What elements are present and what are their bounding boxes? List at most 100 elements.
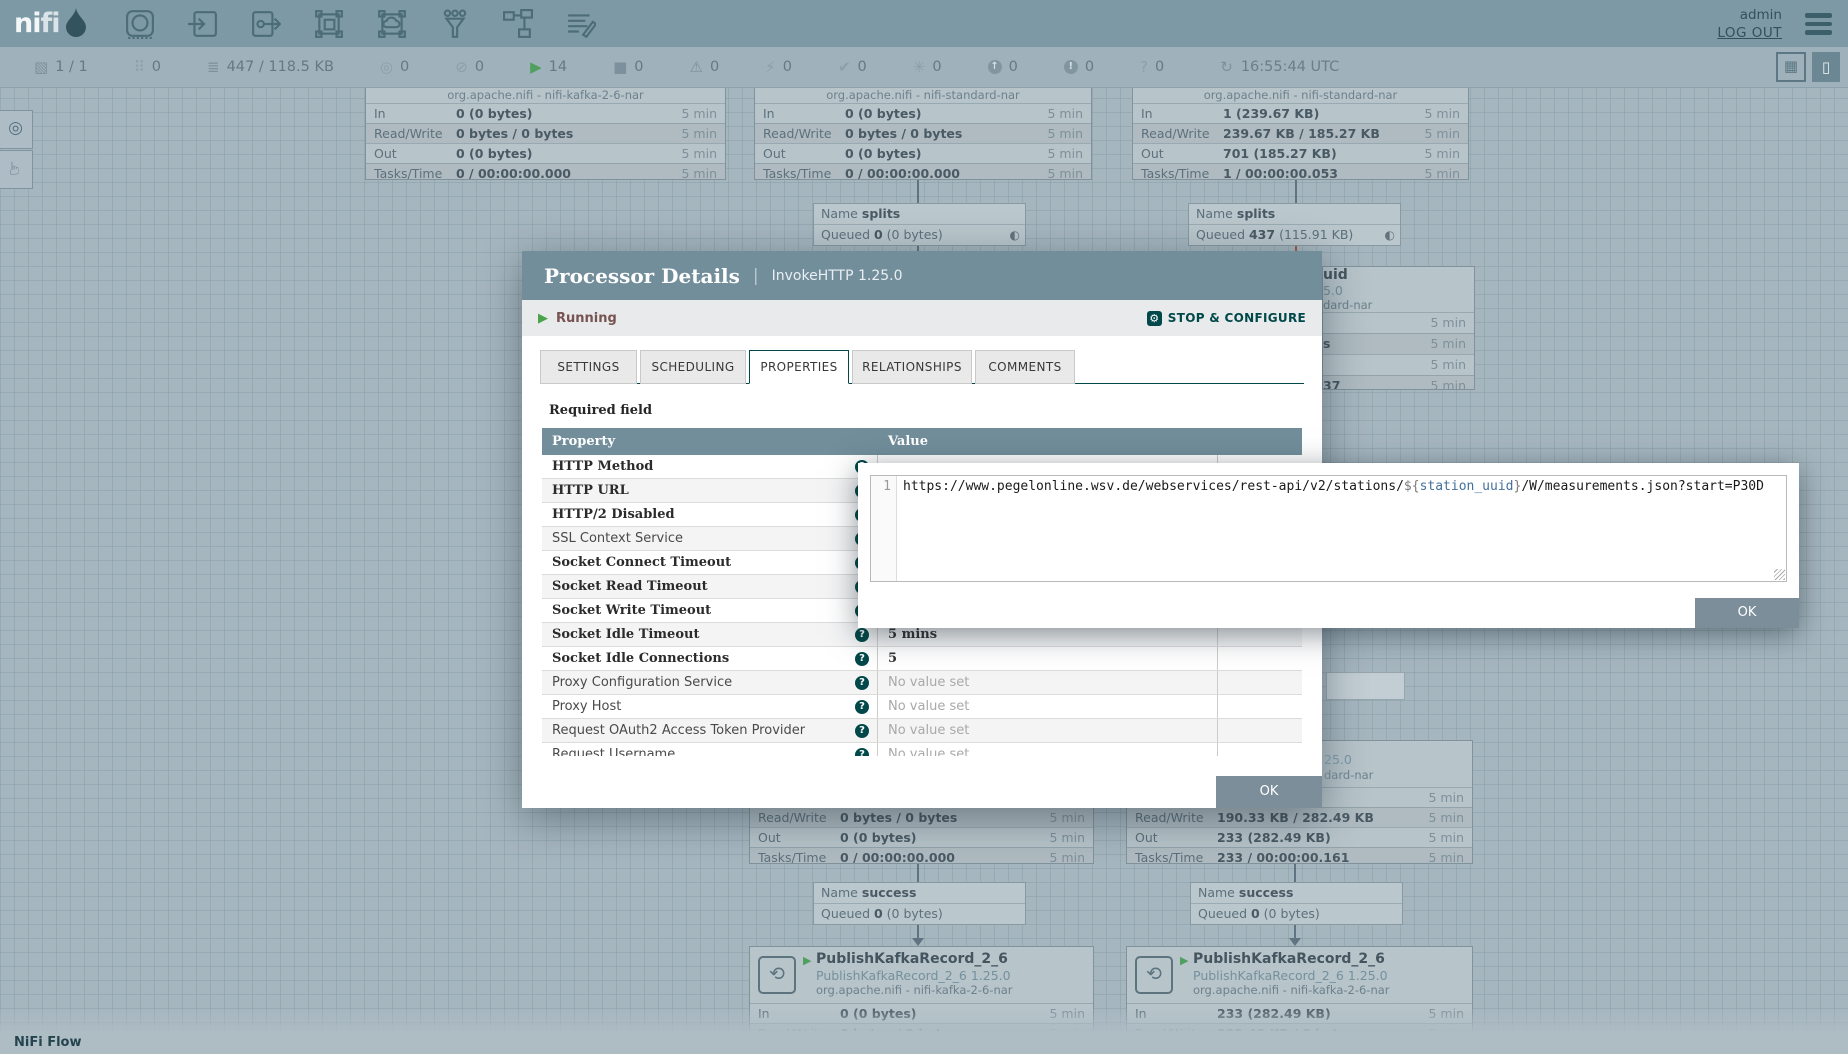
queue-percent-icon: ◐ — [1385, 225, 1395, 245]
stat-row: Read/Write0 bytes / 0 bytes5 min — [366, 123, 725, 143]
transmitting-count: 0 — [400, 59, 409, 75]
nifi-canvas[interactable]: org.apache.nifi - nifi-kafka-2-6-nar In0… — [0, 0, 1848, 1054]
queued-size: (115.91 KB) — [1279, 227, 1353, 242]
resize-handle[interactable] — [1774, 569, 1785, 580]
table-row[interactable]: Proxy Host?No value set — [542, 695, 1302, 719]
connection-label[interactable]: Name splits Queued 437 (115.91 KB)◐ — [1188, 203, 1401, 246]
dialog-tabs: SETTINGS SCHEDULING PROPERTIES RELATIONS… — [540, 350, 1304, 384]
editor-ok-button[interactable]: OK — [1695, 598, 1799, 628]
document-icon: ▯ — [1822, 58, 1830, 76]
tab-settings[interactable]: SETTINGS — [540, 350, 637, 384]
connection-label[interactable]: Name success Queued 0 (0 bytes) — [813, 882, 1026, 925]
input-port-toolbar-icon[interactable] — [188, 9, 218, 39]
queued-label: Queued — [821, 227, 870, 242]
connection-line — [1294, 862, 1296, 883]
stopped-count: 0 — [634, 59, 643, 75]
process-group-toolbar-icon[interactable] — [314, 9, 344, 39]
tab-comments[interactable]: COMMENTS — [975, 350, 1075, 384]
connection-name: success — [862, 885, 917, 900]
dialog-header: Processor Details | InvokeHTTP 1.25.0 — [522, 251, 1322, 300]
stat-row: Read/Write190.33 KB / 282.49 KB5 min — [1127, 807, 1472, 827]
current-user: admin — [1717, 6, 1782, 24]
up-to-date-icon: ✔ — [838, 60, 851, 75]
stat-row: Tasks/Time0 / 00:00:00.0005 min — [750, 847, 1093, 864]
stat-row: Out0 (0 bytes)5 min — [366, 143, 725, 163]
tab-properties[interactable]: PROPERTIES — [749, 350, 849, 384]
canvas-bottom-fade — [0, 1007, 1848, 1031]
connection-name-label: Name — [821, 206, 858, 221]
processor-bundle: org.apache.nifi - nifi-standard-nar — [1133, 87, 1468, 103]
el-start-delimiter: ${ — [1404, 479, 1420, 494]
url-prefix: https://www.pegelonline.wsv.de/webservic… — [903, 479, 1404, 494]
stat-row: Out0 (0 bytes)5 min — [750, 827, 1093, 847]
processor-bundle-fragment: dard-nar — [1323, 298, 1474, 312]
processor-toolbar-icon[interactable] — [125, 9, 155, 39]
queued-size: (0 bytes) — [1264, 906, 1320, 921]
funnel-toolbar-icon[interactable] — [440, 9, 470, 39]
stat-row: Tasks/Time0 / 00:00:00.0005 min — [755, 163, 1091, 180]
expression-editor[interactable]: 1 https://www.pegelonline.wsv.de/webserv… — [870, 475, 1787, 582]
connection-name: splits — [862, 206, 900, 221]
pan-button[interactable]: ☞ — [0, 150, 33, 189]
stat-row: In1 (239.67 KB)5 min — [1133, 103, 1468, 123]
table-row[interactable]: Request Username?No value set — [542, 743, 1302, 756]
pan-hand-icon: ☞ — [0, 161, 33, 176]
up-to-date-count: 0 — [858, 59, 867, 75]
processor-bundle: org.apache.nifi - nifi-standard-nar — [755, 87, 1091, 103]
help-icon: ? — [855, 700, 869, 714]
stat-row: Read/Write239.67 KB / 185.27 KB5 min — [1133, 123, 1468, 143]
table-row[interactable]: Socket Idle Connections?5 — [542, 647, 1302, 671]
stat-row: Out0 (0 bytes)5 min — [755, 143, 1091, 163]
template-toolbar-icon[interactable] — [503, 9, 533, 39]
connection-label[interactable]: Name success Queued 0 (0 bytes) — [1190, 882, 1403, 925]
birdseye-toggle-button[interactable]: ▦ — [1776, 52, 1806, 82]
stat-row: Out233 (282.49 KB)5 min — [1127, 827, 1472, 847]
locally-modified-stale-count: 0 — [1085, 59, 1094, 75]
breadcrumb[interactable]: NiFi Flow — [14, 1035, 81, 1050]
processor-type: PublishKafkaRecord_2_6 1.25.0 — [816, 968, 1093, 983]
stale-count: 0 — [1009, 59, 1018, 75]
help-icon: ? — [855, 724, 869, 738]
birdseye-button[interactable]: ◎ — [0, 110, 33, 149]
logo-text: ni — [14, 8, 40, 39]
connection-line — [917, 862, 919, 883]
connection-label[interactable]: Name splits Queued 0 (0 bytes)◐ — [813, 203, 1026, 246]
locally-modified-count: 0 — [932, 59, 941, 75]
last-refresh-time: 16:55:44 UTC — [1241, 59, 1339, 75]
running-status-icon: ▶ — [1180, 954, 1188, 967]
flow-status-toggle-button[interactable]: ▯ — [1812, 52, 1840, 82]
running-status-icon: ▶ — [803, 954, 811, 967]
table-row[interactable]: Request OAuth2 Access Token Provider?No … — [542, 719, 1302, 743]
account-info: admin LOG OUT — [1717, 6, 1782, 42]
stat-row: In0 (0 bytes)5 min — [366, 103, 725, 123]
editor-code-line[interactable]: https://www.pegelonline.wsv.de/webservic… — [897, 476, 1786, 581]
logout-link[interactable]: LOG OUT — [1717, 24, 1782, 42]
table-row[interactable]: Proxy Configuration Service?No value set — [542, 671, 1302, 695]
dialog-ok-button[interactable]: OK — [1216, 776, 1322, 808]
dialog-subtitle: InvokeHTTP 1.25.0 — [772, 268, 903, 284]
processor-node-partial[interactable]: uid 5.0 dard-nar 5 min s5 min 5 min 375 … — [1322, 266, 1475, 390]
connection-line — [1295, 180, 1297, 204]
label-toolbar-icon[interactable] — [566, 9, 596, 39]
processor-icon: ⟲ — [758, 956, 796, 994]
processor-bundle: org.apache.nifi - nifi-kafka-2-6-nar — [1193, 983, 1472, 997]
transmitting-icon: ◎ — [380, 60, 393, 75]
disabled-count: 0 — [783, 59, 792, 75]
remote-process-group-toolbar-icon[interactable] — [377, 9, 407, 39]
output-port-toolbar-icon[interactable] — [251, 9, 281, 39]
queued-label: Queued — [1196, 227, 1245, 242]
stat-row: Tasks/Time233 / 00:00:00.1615 min — [1127, 847, 1472, 864]
stop-and-configure-button[interactable]: ⚙ STOP & CONFIGURE — [1147, 311, 1306, 326]
locally-modified-icon: ✳ — [913, 60, 926, 75]
app-header: nifi admin LOG OUT — [0, 0, 1848, 47]
refresh-icon[interactable]: ↻ — [1220, 60, 1233, 75]
el-variable: station_uuid — [1420, 479, 1514, 494]
processor-name-fragment: uid — [1323, 267, 1474, 284]
invalid-count: 0 — [710, 59, 719, 75]
global-menu-icon[interactable] — [1805, 13, 1832, 39]
tab-scheduling[interactable]: SCHEDULING — [640, 350, 746, 384]
cluster-count: 1 / 1 — [55, 59, 88, 75]
processor-bundle: org.apache.nifi - nifi-kafka-2-6-nar — [816, 983, 1093, 997]
tab-relationships[interactable]: RELATIONSHIPS — [852, 350, 972, 384]
queued-count: 0 — [874, 227, 883, 242]
